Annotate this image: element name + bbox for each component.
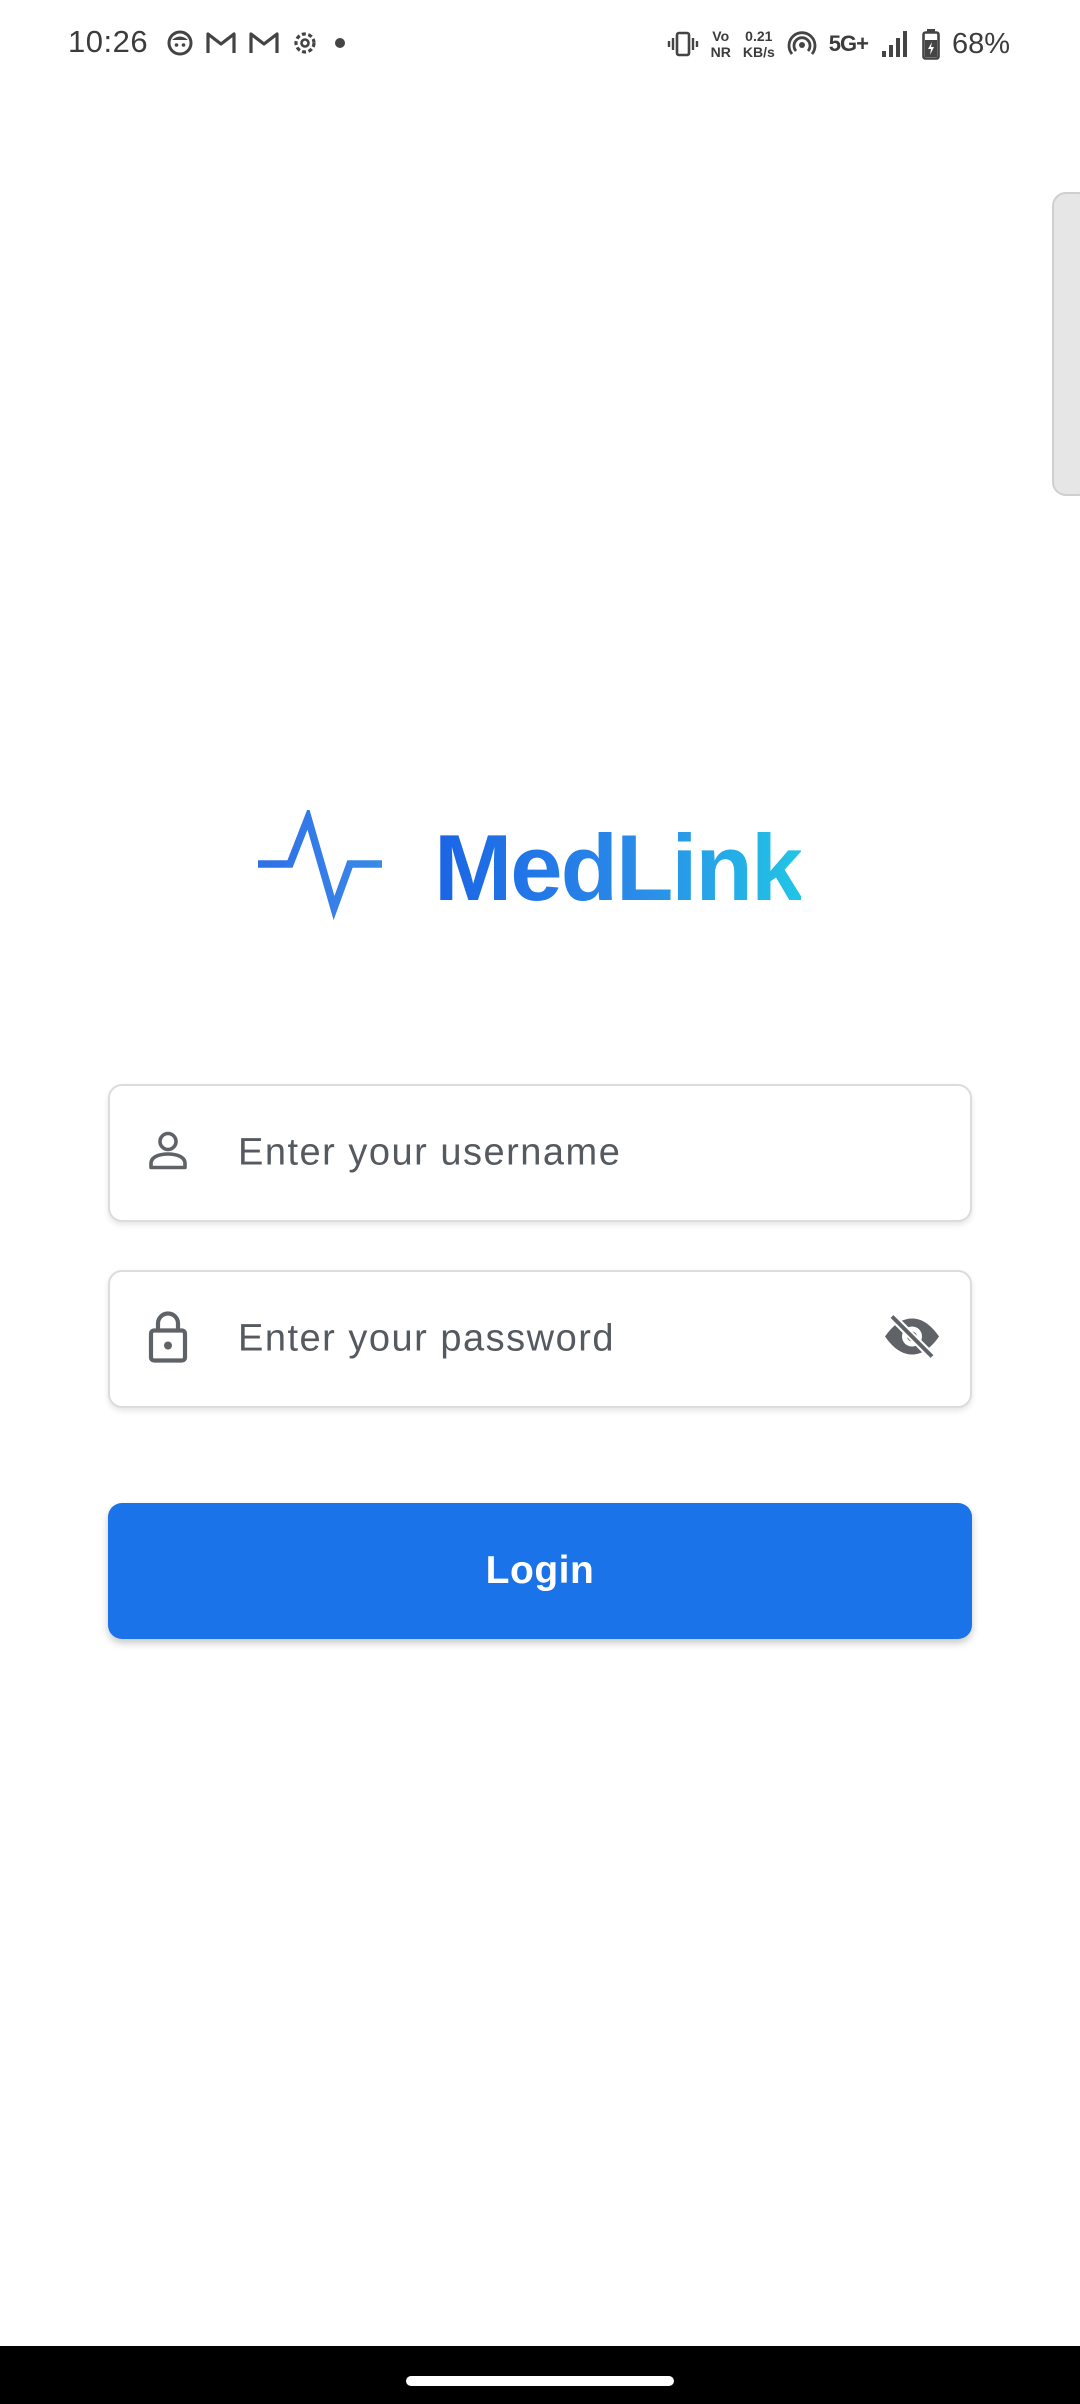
face-icon (166, 29, 194, 57)
system-icons: Vo NR 0.21 KB/s 5G+ 68% (667, 24, 1010, 64)
app-logo (256, 805, 386, 927)
network-speed: 0.21 KB/s (742, 28, 775, 60)
password-field[interactable]: Enter your password (108, 1270, 972, 1408)
vibrate-icon (667, 30, 699, 58)
status-bar: 10:26 Vo NR 0.21 KB/s 5G+ 68% (0, 0, 1080, 86)
gmail-icon (248, 30, 280, 56)
username-input[interactable]: Enter your username (238, 1132, 621, 1175)
gmail-icon (205, 30, 237, 56)
status-time: 10:26 (68, 24, 149, 59)
password-input[interactable]: Enter your password (238, 1318, 615, 1361)
hotspot-icon (787, 29, 817, 59)
pulse-icon (256, 805, 386, 927)
signal-icon (880, 29, 910, 59)
home-indicator[interactable] (406, 2376, 674, 2386)
app-name: MedLink (434, 812, 803, 924)
visibility-off-icon[interactable] (882, 1312, 942, 1367)
settings-icon (291, 29, 319, 57)
vonr-indicator: Vo NR (710, 28, 731, 60)
navigation-bar (0, 2346, 1080, 2404)
battery-icon (922, 28, 940, 60)
person-icon (146, 1129, 190, 1178)
network-type: 5G+ (828, 31, 869, 56)
dot-icon (330, 33, 350, 53)
edge-panel-handle[interactable] (1052, 192, 1080, 496)
notification-icons (166, 26, 350, 60)
battery-percentage: 68% (951, 27, 1010, 60)
username-field[interactable]: Enter your username (108, 1084, 972, 1222)
lock-icon (146, 1309, 190, 1370)
login-button[interactable]: Login (108, 1503, 972, 1639)
